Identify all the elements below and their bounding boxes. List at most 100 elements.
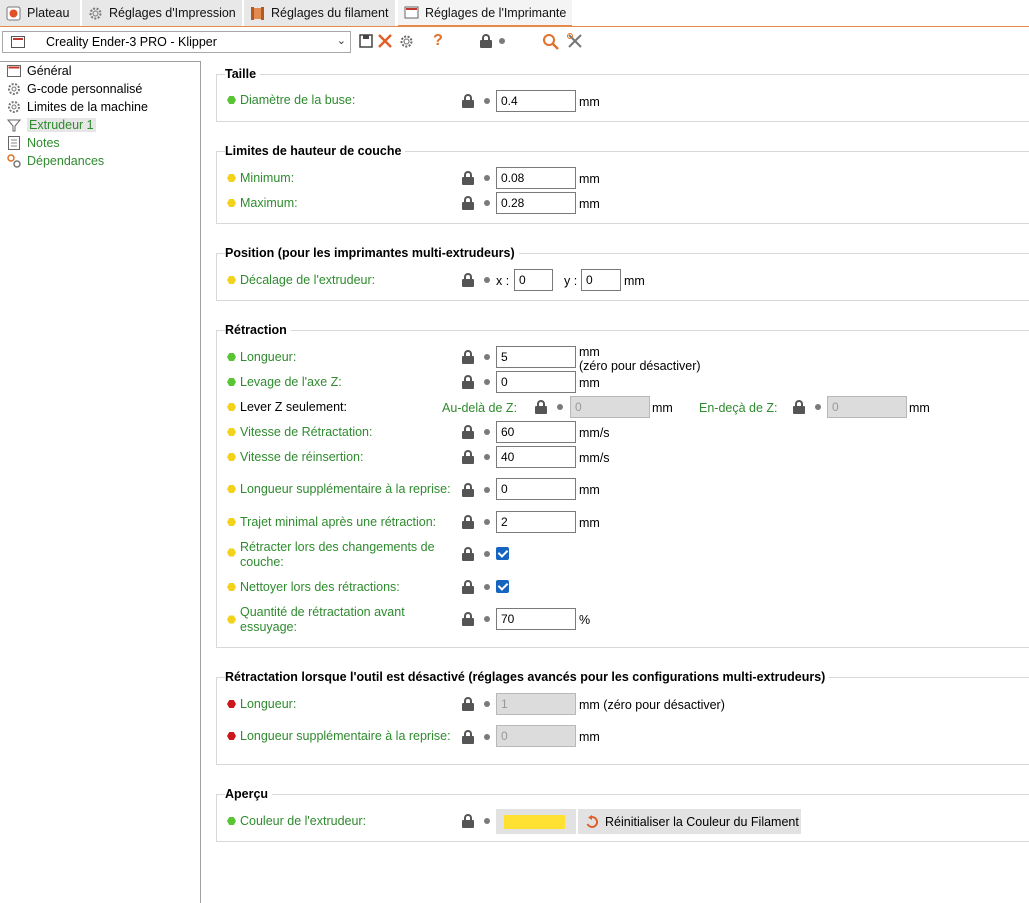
- below-z-label: En-deçà de Z:: [699, 401, 778, 415]
- bullet-icon[interactable]: [557, 404, 563, 410]
- lock-icon[interactable]: [462, 196, 474, 210]
- retract-length-field[interactable]: [496, 346, 576, 368]
- bullet-icon[interactable]: [484, 551, 490, 557]
- retract-speed-field[interactable]: [496, 421, 576, 443]
- bullet-icon[interactable]: [484, 487, 490, 493]
- unit-label: mm: [579, 197, 600, 211]
- sidebar-item-general[interactable]: Général: [7, 62, 71, 79]
- lock-icon[interactable]: [462, 547, 474, 561]
- option-label-line: Rétracter lors des changements de: [240, 540, 435, 554]
- save-preset-button[interactable]: [357, 32, 375, 50]
- toolchange-extra-field[interactable]: [496, 725, 576, 747]
- bullet-icon[interactable]: [484, 200, 490, 206]
- option-label: Diamètre de la buse:: [240, 93, 356, 107]
- wipe-checkbox[interactable]: [496, 580, 509, 593]
- bullet-icon[interactable]: [484, 584, 490, 590]
- bullet-icon[interactable]: [484, 354, 490, 360]
- below-z-field[interactable]: [827, 396, 907, 418]
- option-label: Trajet minimal après une rétraction:: [240, 515, 437, 529]
- y-label: y :: [564, 274, 578, 288]
- retract-before-travel-field[interactable]: [496, 511, 576, 533]
- min-layer-height-field[interactable]: [496, 167, 576, 189]
- gear-icon: [88, 6, 103, 21]
- lock-icon[interactable]: [462, 350, 474, 364]
- lock-icon[interactable]: [462, 425, 474, 439]
- option-deretract-speed: Vitesse de réinsertion:: [227, 450, 363, 464]
- bullet-icon[interactable]: [484, 701, 490, 707]
- bullet-icon[interactable]: [484, 379, 490, 385]
- max-layer-height-field[interactable]: [496, 192, 576, 214]
- option-retract-length: Longueur:: [227, 350, 296, 364]
- tab-plateau[interactable]: Plateau: [0, 0, 80, 26]
- delete-preset-button[interactable]: [376, 32, 394, 50]
- bullet-icon[interactable]: [815, 404, 821, 410]
- plater-icon: [6, 6, 21, 21]
- lock-icon[interactable]: [462, 580, 474, 594]
- tab-label: Plateau: [27, 6, 70, 20]
- help-button[interactable]: ?: [429, 32, 447, 50]
- deretract-speed-field[interactable]: [496, 446, 576, 468]
- tab-print-settings[interactable]: Réglages d'Impression: [82, 0, 242, 26]
- lock-icon[interactable]: [793, 400, 805, 414]
- lock-icon[interactable]: [462, 273, 474, 287]
- option-label: Vitesse de réinsertion:: [240, 450, 364, 464]
- bullet-icon[interactable]: [484, 616, 490, 622]
- bullet-icon[interactable]: [484, 429, 490, 435]
- lock-icon[interactable]: [462, 94, 474, 108]
- above-z-field[interactable]: [570, 396, 650, 418]
- lock-toggle-button[interactable]: [477, 32, 495, 50]
- bullet-icon[interactable]: [484, 519, 490, 525]
- lock-icon[interactable]: [462, 730, 474, 744]
- lock-icon[interactable]: [462, 375, 474, 389]
- option-max-layer-height: Maximum:: [227, 196, 298, 210]
- offset-y-field[interactable]: [581, 269, 621, 291]
- lock-icon[interactable]: [462, 814, 474, 828]
- sidebar-item-machine-limits[interactable]: Limites de la machine: [7, 98, 148, 115]
- unit-label: mm: [579, 345, 600, 359]
- section-title: Rétraction: [225, 323, 291, 337]
- search-icon: [542, 33, 559, 50]
- search-button[interactable]: [541, 32, 559, 50]
- bullet-icon[interactable]: [484, 454, 490, 460]
- lock-icon[interactable]: [462, 612, 474, 626]
- sidebar-item-extruder-1[interactable]: Extrudeur 1: [6, 116, 96, 133]
- compare-preset-button[interactable]: [397, 32, 415, 50]
- x-label: x :: [496, 274, 510, 288]
- sidebar-item-custom-gcode[interactable]: G-code personnalisé: [7, 80, 142, 97]
- lock-icon[interactable]: [462, 697, 474, 711]
- tab-printer-settings[interactable]: Réglages de l'Imprimante: [398, 0, 572, 27]
- reset-filament-color-button[interactable]: Réinitialiser la Couleur du Filament: [578, 809, 801, 834]
- retract-lift-field[interactable]: [496, 371, 576, 393]
- lock-icon[interactable]: [462, 171, 474, 185]
- bullet-icon[interactable]: [484, 277, 490, 283]
- lock-icon[interactable]: [535, 400, 547, 414]
- toolchange-length-field[interactable]: [496, 693, 576, 715]
- lock-icon[interactable]: [462, 483, 474, 497]
- compatibility-button[interactable]: [566, 32, 584, 50]
- sidebar-item-notes[interactable]: Notes: [7, 134, 60, 151]
- bullet-icon[interactable]: [484, 818, 490, 824]
- funnel-icon: [6, 118, 22, 132]
- extruder-color-picker[interactable]: [496, 809, 576, 834]
- lock-icon[interactable]: [462, 515, 474, 529]
- bullet-icon[interactable]: [484, 175, 490, 181]
- settings-sidebar: [0, 61, 201, 903]
- status-dot-icon: [227, 173, 236, 183]
- tab-label: Réglages de l'Imprimante: [425, 5, 567, 20]
- retract-restart-extra-field[interactable]: [496, 478, 576, 500]
- offset-x-field[interactable]: [514, 269, 553, 291]
- status-dot-icon: [227, 517, 236, 527]
- status-dot-icon: [227, 198, 236, 208]
- gear-icon: [7, 100, 21, 114]
- lock-icon[interactable]: [462, 450, 474, 464]
- bullet-icon[interactable]: [484, 734, 490, 740]
- sidebar-item-dependencies[interactable]: Dépendances: [7, 152, 104, 169]
- tab-filament-settings[interactable]: Réglages du filament: [244, 0, 395, 26]
- status-dot-icon: [227, 352, 236, 362]
- option-label: Longueur:: [240, 697, 297, 711]
- nozzle-diameter-field[interactable]: [496, 90, 576, 112]
- retract-before-wipe-field[interactable]: [496, 608, 576, 630]
- printer-preset-select[interactable]: Creality Ender-3 PRO - Klipper ⌄: [2, 31, 351, 53]
- bullet-icon[interactable]: [484, 98, 490, 104]
- retract-layer-change-checkbox[interactable]: [496, 547, 509, 560]
